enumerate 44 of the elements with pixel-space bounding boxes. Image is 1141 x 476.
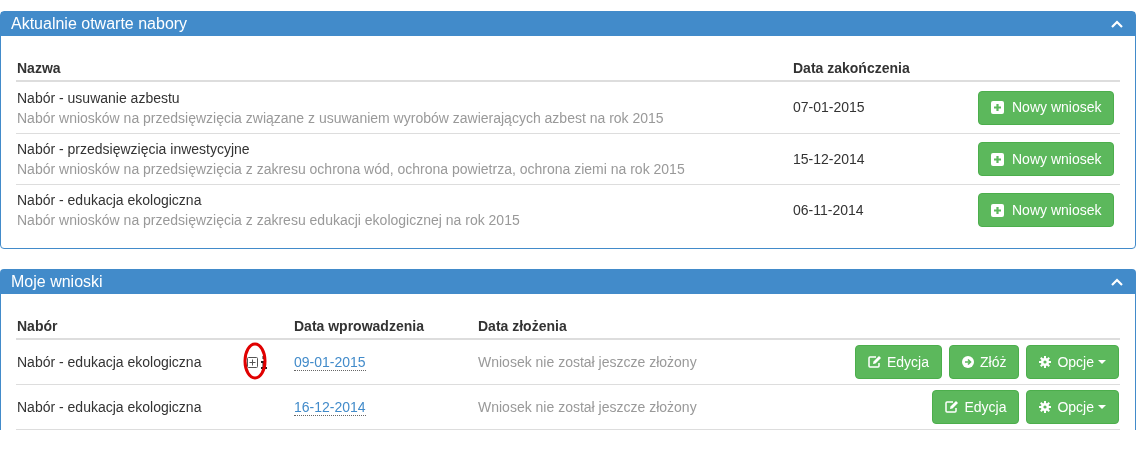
column-header: Nazwa [16,58,62,78]
column-header: Nabór [16,316,59,336]
expand-icon[interactable] [247,356,258,368]
end-date: 15-12-2014 [793,149,866,169]
edit-button[interactable]: Edycja [932,390,1020,424]
plus-square-icon [991,152,1004,166]
gear-icon [1039,401,1052,413]
submission-status: Wniosek nie został jeszcze złożony [478,397,698,417]
call-description: Nabór wniosków na przedsięwzięcia z zakresu ochrona wód, ochrona powietrza, ochrona ziemi na rok 2015 [17,160,686,179]
new-application-button[interactable]: Nowy wniosek [978,193,1115,227]
call-name: Nabór - edukacja ekologiczna [17,352,203,372]
end-date: 07-01-2015 [793,98,866,117]
chevron-up-icon [1111,20,1123,28]
entry-date-link[interactable]: 16-12-2014 [294,398,366,416]
submission-status: Wniosek nie został jeszcze złożony [478,352,698,372]
gear-icon [1039,356,1052,368]
call-description: Nabór wniosków na przedsięwzięcia z zakresu edukacji ekologicznej na rok 2015 [17,211,521,230]
call-name: Nabór - przedsięwzięcia inwestycyjne [17,140,251,159]
annotation-ellipse [243,341,267,380]
call-description: Nabór wniosków na przedsięwzięcia związane z usuwaniem wyrobów zawierających azbest na rok 2015 [17,108,665,128]
arrow-circle-icon [961,356,974,368]
edit-icon [945,401,959,413]
new-application-button[interactable]: Nowy wniosek [978,90,1115,125]
column-header: Data wprowadzenia [293,316,425,336]
caret-icon [1098,360,1106,364]
call-name: Nabór - usuwanie azbestu [17,88,181,108]
caret-icon [1098,405,1106,409]
column-header: Data złożenia [478,316,567,336]
chevron-up-icon [1111,278,1123,286]
options-button[interactable]: Opcje [1026,390,1119,424]
panel-title: Moje wnioski [11,272,103,292]
plus-square-icon [991,203,1004,217]
submit-button[interactable]: Złóż [948,345,1020,379]
entry-date-link[interactable]: 09-01-2015 [294,353,366,371]
edit-icon [867,356,881,368]
call-name: Nabór - edukacja ekologiczna [17,397,203,417]
panel-title: Aktualnie otwarte nabory [11,14,188,34]
column-header: Data zakończenia [793,58,910,78]
end-date: 06-11-2014 [793,200,865,220]
new-application-button[interactable]: Nowy wniosek [978,142,1115,176]
plus-square-icon [991,101,1004,114]
options-button[interactable]: Opcje [1026,345,1119,379]
call-name: Nabór - edukacja ekologiczna [17,191,203,210]
edit-button[interactable]: Edycja [854,345,942,379]
